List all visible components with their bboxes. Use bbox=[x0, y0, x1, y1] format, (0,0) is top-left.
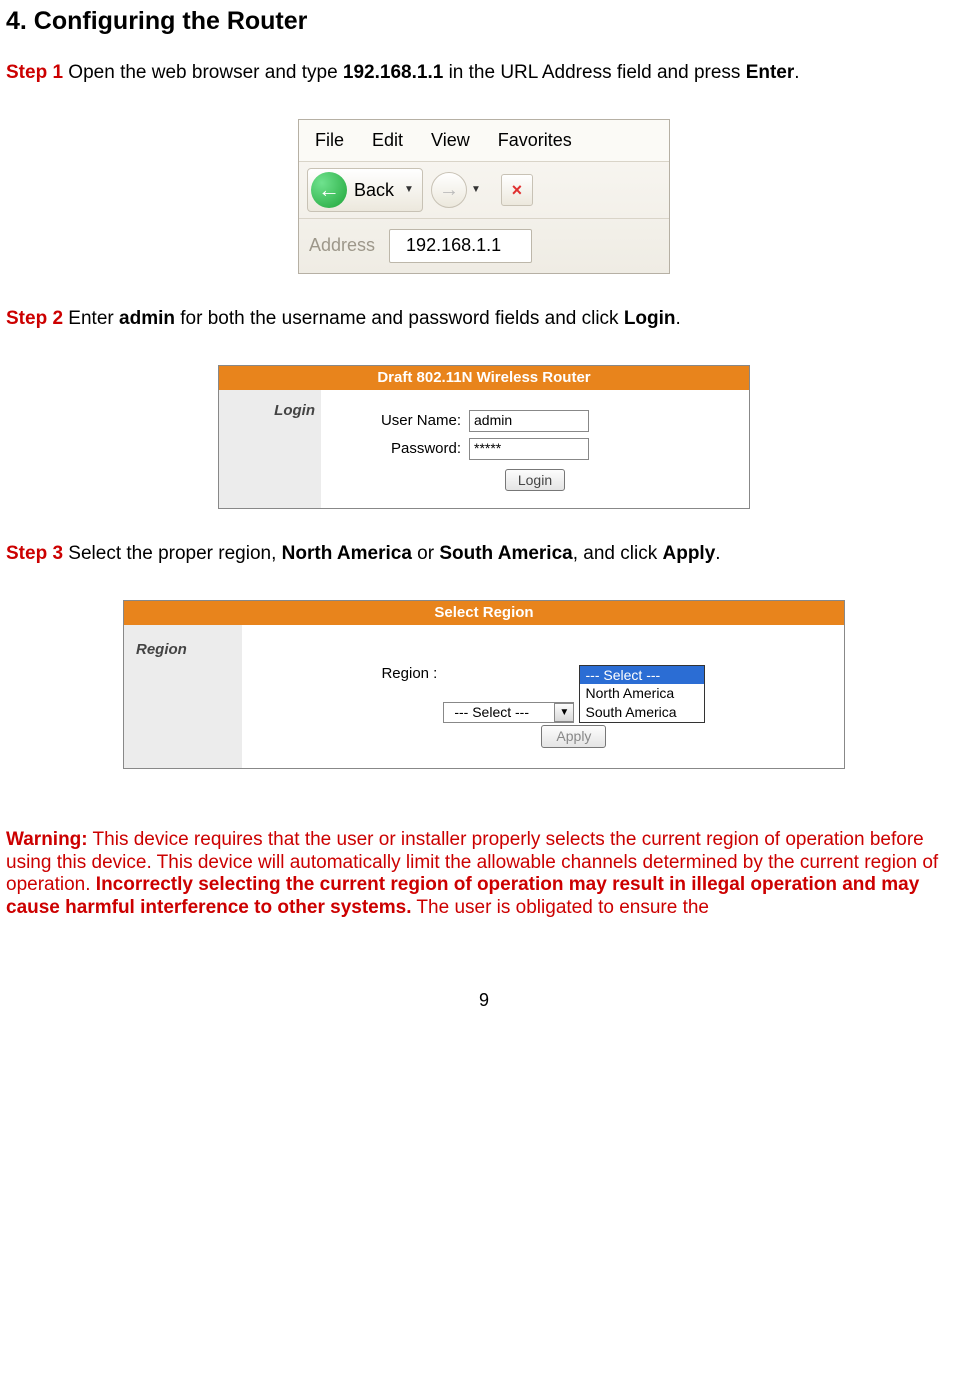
step1-text: Step 1 Open the web browser and type 192… bbox=[6, 62, 962, 85]
step1-label: Step 1 bbox=[6, 62, 63, 83]
region-select[interactable]: --- Select --- ▼ bbox=[443, 702, 574, 723]
region-screenshot: Select Region Region Region : --- Select… bbox=[123, 600, 845, 769]
login-side-label: Login bbox=[219, 390, 321, 508]
menu-view[interactable]: View bbox=[431, 130, 470, 152]
password-label: Password: bbox=[331, 440, 461, 458]
step1-enter: Enter bbox=[746, 62, 795, 83]
menu-edit[interactable]: Edit bbox=[372, 130, 403, 152]
address-label: Address bbox=[309, 235, 375, 257]
login-screenshot: Draft 802.11N Wireless Router Login User… bbox=[218, 365, 750, 509]
step3-period: . bbox=[715, 543, 720, 564]
stop-button[interactable]: × bbox=[501, 174, 533, 206]
menu-file[interactable]: File bbox=[315, 130, 344, 152]
back-button[interactable]: Back ▼ bbox=[307, 168, 423, 212]
back-arrow-icon bbox=[311, 172, 347, 208]
step3-sa: South America bbox=[439, 543, 572, 564]
step2-pre: Enter bbox=[63, 308, 119, 329]
step3-text: Step 3 Select the proper region, North A… bbox=[6, 543, 962, 566]
step1-post: in the URL Address field and press bbox=[443, 62, 745, 83]
step1-ip: 192.168.1.1 bbox=[343, 62, 443, 83]
username-label: User Name: bbox=[331, 412, 461, 430]
dropdown-arrow-icon[interactable]: ▼ bbox=[554, 703, 574, 722]
region-option-na[interactable]: North America bbox=[580, 684, 704, 703]
forward-button[interactable]: → bbox=[431, 172, 467, 208]
region-header: Select Region bbox=[124, 601, 844, 625]
username-input[interactable]: admin bbox=[469, 410, 589, 432]
browser-screenshot: File Edit View Favorites Back ▼ → ▼ × Ad… bbox=[298, 119, 670, 274]
step3-pre: Select the proper region, bbox=[63, 543, 282, 564]
back-dropdown-icon[interactable]: ▼ bbox=[404, 184, 422, 196]
password-input[interactable]: ***** bbox=[469, 438, 589, 460]
apply-button[interactable]: Apply bbox=[541, 725, 606, 748]
warning-text: Warning: This device requires that the u… bbox=[6, 829, 962, 920]
section-heading: 4. Configuring the Router bbox=[6, 6, 962, 36]
step2-label: Step 2 bbox=[6, 308, 63, 329]
back-label: Back bbox=[350, 180, 404, 202]
region-label: Region : bbox=[381, 665, 437, 683]
step2-login: Login bbox=[624, 308, 676, 329]
login-header: Draft 802.11N Wireless Router bbox=[219, 366, 749, 390]
step2-admin: admin bbox=[119, 308, 175, 329]
page-number: 9 bbox=[6, 990, 962, 1012]
forward-dropdown-icon[interactable]: ▼ bbox=[471, 184, 489, 196]
step2-text: Step 2 Enter admin for both the username… bbox=[6, 308, 962, 331]
region-select-value: --- Select --- bbox=[444, 703, 554, 722]
step2-mid: for both the username and password field… bbox=[175, 308, 624, 329]
step1-period: . bbox=[794, 62, 799, 83]
step3-label: Step 3 bbox=[6, 543, 63, 564]
step1-pre: Open the web browser and type bbox=[63, 62, 343, 83]
warning-t2: The user is obligated to ensure the bbox=[411, 897, 709, 918]
address-input[interactable]: 192.168.1.1 bbox=[389, 229, 532, 263]
login-button[interactable]: Login bbox=[505, 469, 565, 491]
step2-period: . bbox=[676, 308, 681, 329]
step3-na: North America bbox=[282, 543, 412, 564]
menu-favorites[interactable]: Favorites bbox=[498, 130, 572, 152]
step3-or: or bbox=[412, 543, 439, 564]
region-dropdown-list: --- Select --- North America South Ameri… bbox=[579, 665, 705, 723]
step3-apply: Apply bbox=[663, 543, 716, 564]
warning-label: Warning: bbox=[6, 829, 88, 850]
region-option-sa[interactable]: South America bbox=[580, 703, 704, 722]
region-side-label: Region bbox=[124, 625, 242, 768]
region-option-select[interactable]: --- Select --- bbox=[580, 666, 704, 685]
step3-post: , and click bbox=[573, 543, 663, 564]
